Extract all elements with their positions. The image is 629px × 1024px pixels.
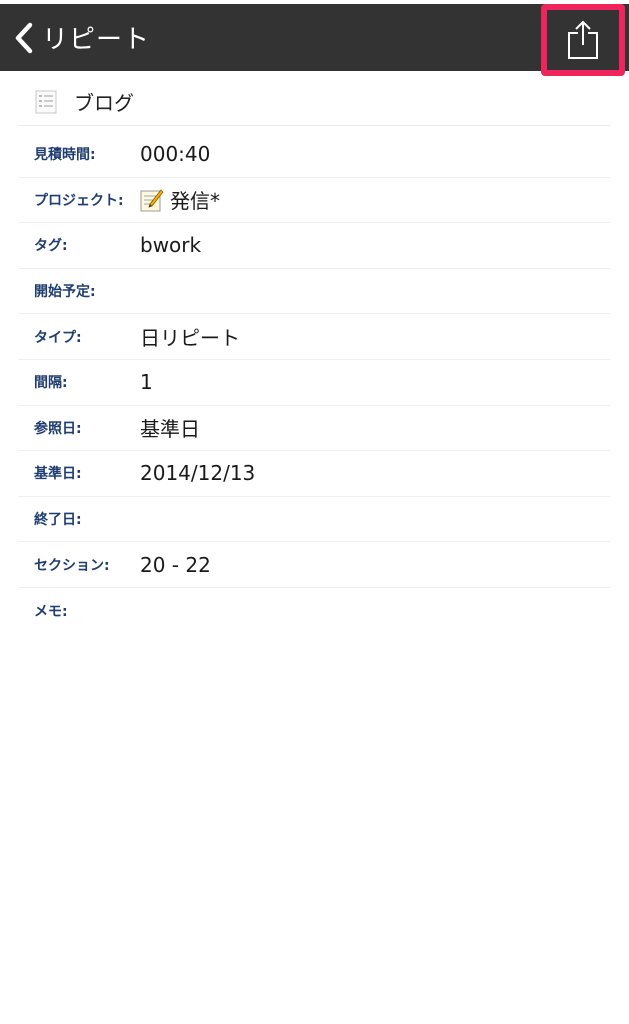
field-value: 日リピート <box>140 326 240 351</box>
field-label: セクション: <box>34 557 110 574</box>
task-title: ブログ <box>74 91 134 115</box>
field-label: 終了日: <box>34 512 82 529</box>
field-row-tag[interactable]: タグ: bwork <box>18 223 610 269</box>
field-label: メモ: <box>34 603 68 620</box>
field-label: 間隔: <box>34 375 68 392</box>
share-icon <box>568 20 598 59</box>
field-row-reference-date[interactable]: 参照日: 基準日 <box>18 406 610 452</box>
field-row-base-date[interactable]: 基準日: 2014/12/13 <box>18 451 610 497</box>
field-value: 000:40 <box>140 142 211 167</box>
project-name: 発信* <box>170 189 220 214</box>
field-value: 基準日 <box>140 417 200 442</box>
field-label: プロジェクト: <box>34 192 124 209</box>
memo-pencil-icon <box>140 189 164 212</box>
field-label: 参照日: <box>34 420 82 437</box>
task-title-row[interactable]: ブログ <box>18 78 610 126</box>
field-row-section[interactable]: セクション: 20 - 22 <box>18 542 610 588</box>
task-detail-list: 見積時間: 000:40 プロジェクト: 発信* タグ: bwork 開始予定:… <box>18 132 610 634</box>
field-row-project[interactable]: プロジェクト: 発信* <box>18 178 610 224</box>
field-value: bwork <box>140 233 202 258</box>
field-row-end-date[interactable]: 終了日: <box>18 497 610 543</box>
field-row-interval[interactable]: 間隔: 1 <box>18 360 610 406</box>
chevron-left-icon <box>15 22 33 53</box>
field-row-type[interactable]: タイプ: 日リピート <box>18 314 610 360</box>
field-row-estimate[interactable]: 見積時間: 000:40 <box>18 132 610 178</box>
field-row-start-date[interactable]: 開始予定: <box>18 269 610 315</box>
field-label: タグ: <box>34 238 68 255</box>
list-icon <box>35 90 57 113</box>
back-button[interactable]: リピート <box>14 4 150 71</box>
field-value: 2014/12/13 <box>140 461 256 486</box>
field-row-memo[interactable]: メモ: <box>18 588 610 634</box>
navigation-bar: リピート <box>0 4 629 76</box>
field-value: 20 - 22 <box>140 552 211 577</box>
share-button[interactable] <box>541 4 625 76</box>
back-button-label: リピート <box>42 25 151 55</box>
field-value-project: 発信* <box>140 185 220 214</box>
field-label: 見積時間: <box>34 147 96 164</box>
field-label: タイプ: <box>34 329 82 346</box>
field-label: 開始予定: <box>34 284 96 301</box>
field-value: 1 <box>140 370 153 395</box>
field-label: 基準日: <box>34 466 82 483</box>
